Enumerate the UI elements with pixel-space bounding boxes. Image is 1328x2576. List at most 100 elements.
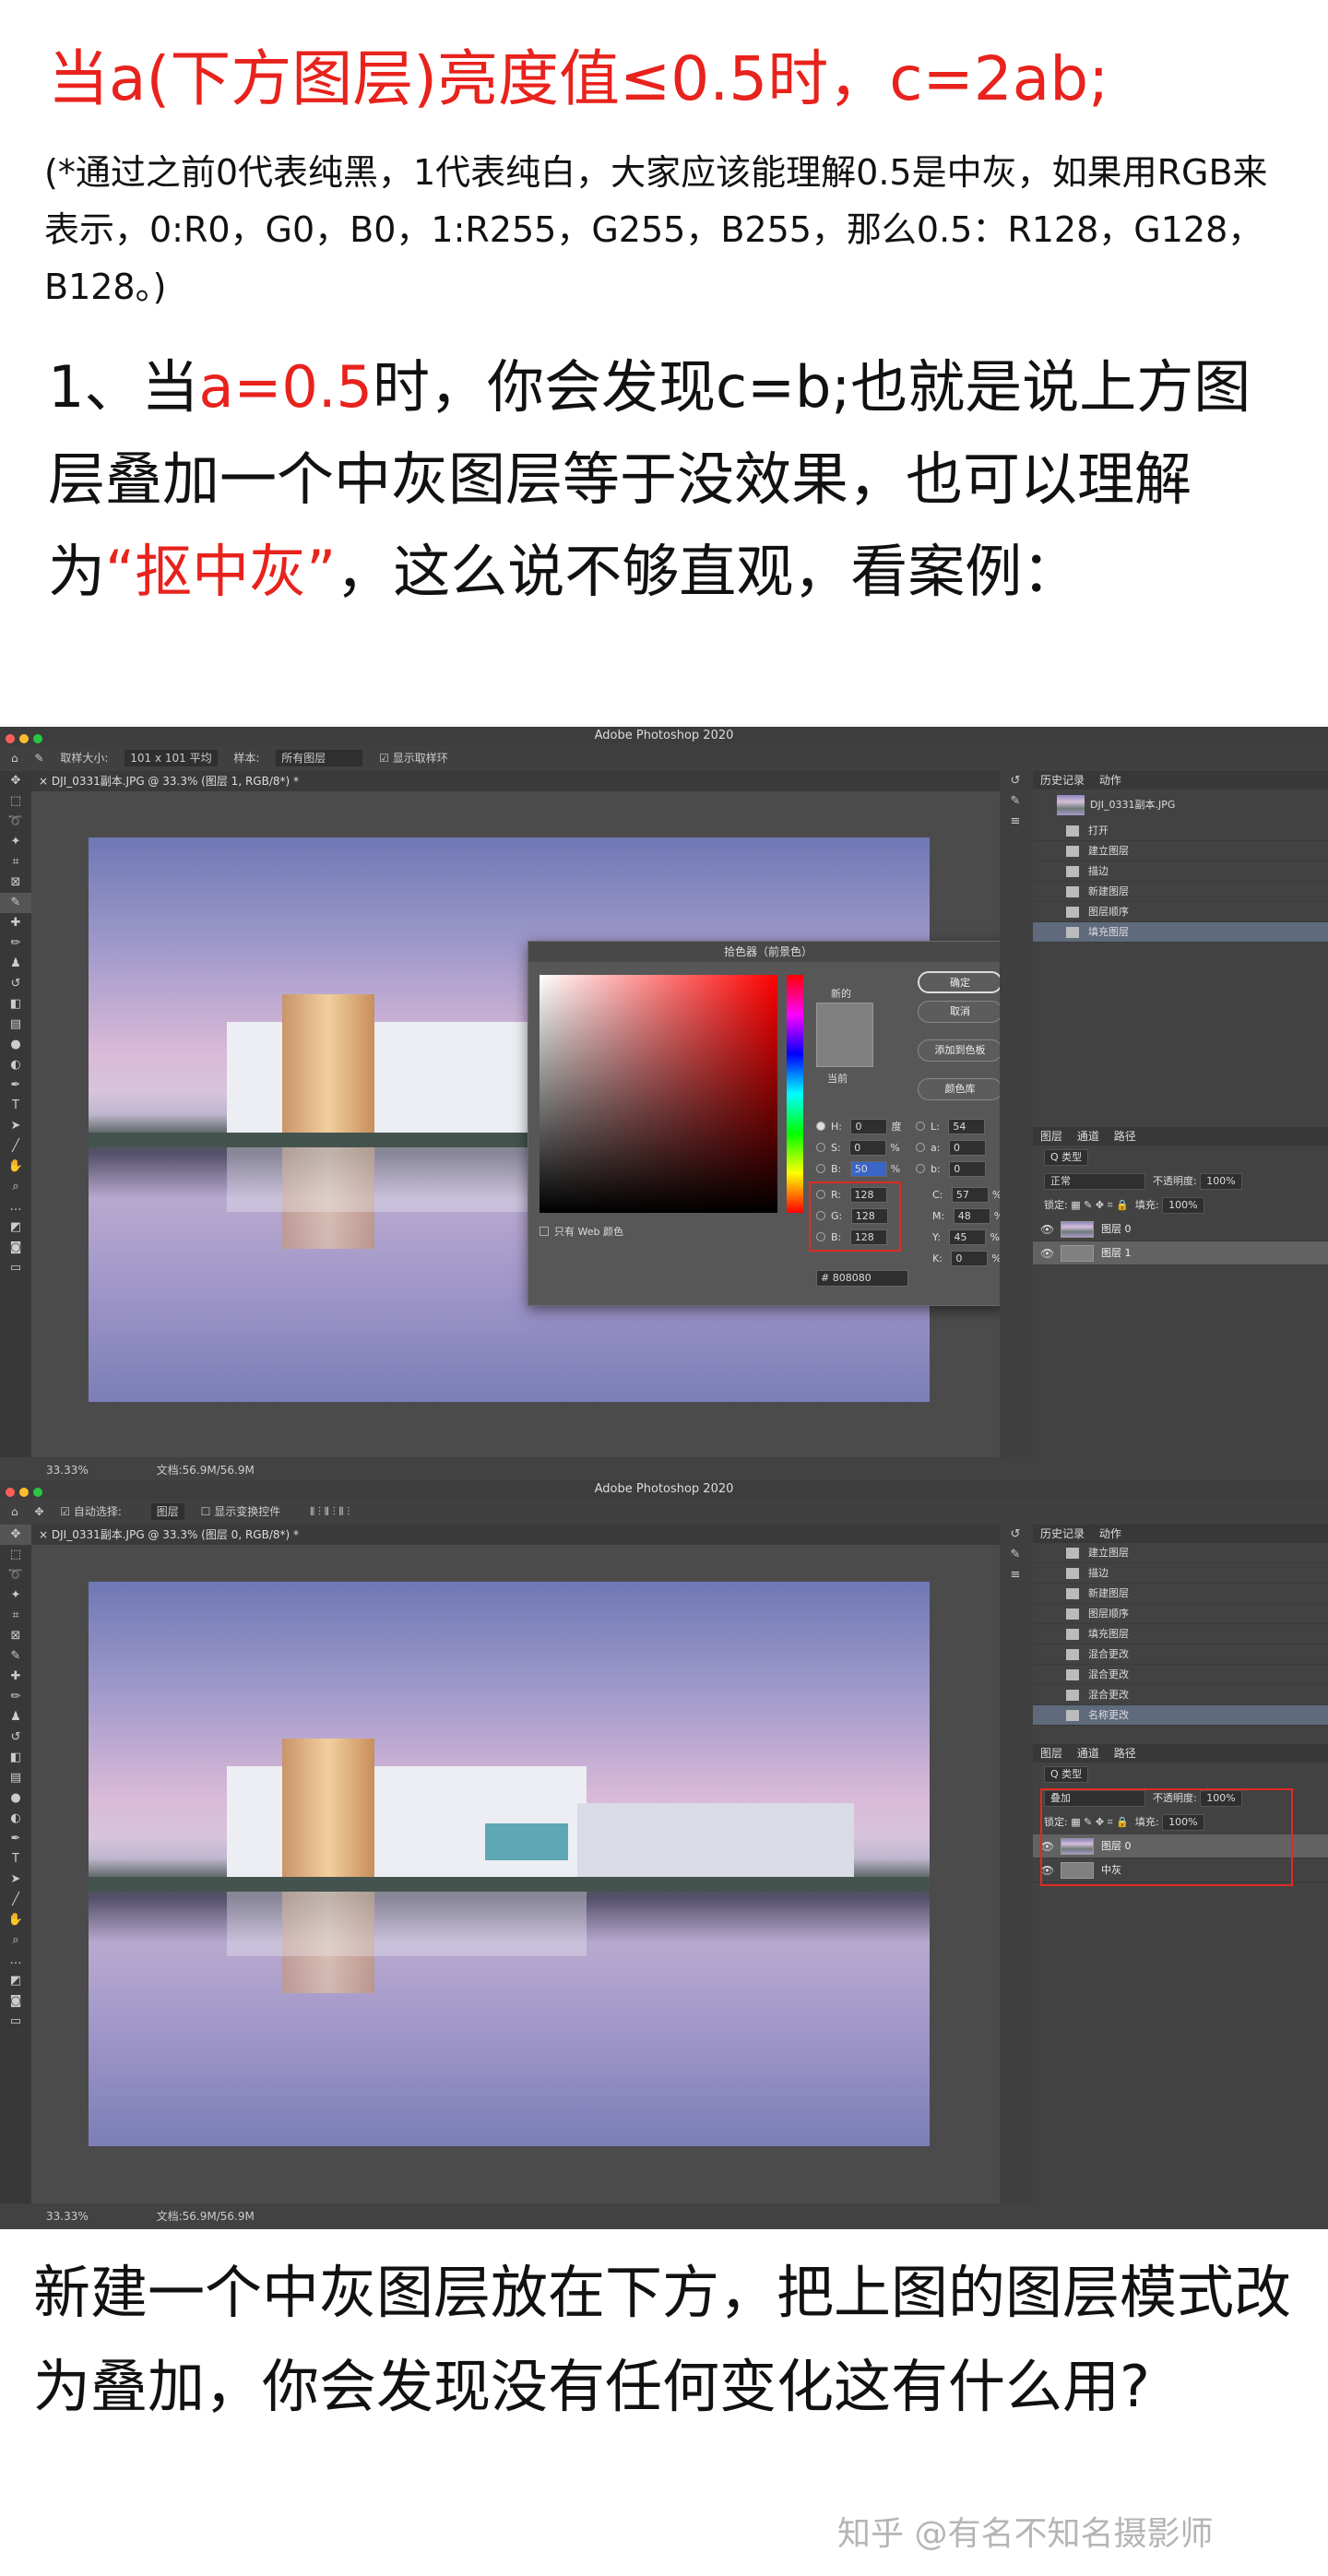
show-sampling-ring-checkbox[interactable]: ☑ 显示取样环 bbox=[379, 752, 461, 765]
gradient-tool-icon[interactable]: ▤ bbox=[0, 1768, 31, 1788]
tab-layers[interactable]: 图层 bbox=[1040, 1747, 1062, 1760]
tab-channels[interactable]: 通道 bbox=[1077, 1747, 1099, 1760]
move-tool-icon[interactable]: ✥ bbox=[0, 1525, 31, 1545]
hue-field[interactable]: H: 0度 bbox=[816, 1119, 901, 1134]
brush-tool-icon[interactable]: ✏ bbox=[0, 933, 31, 954]
eyedropper-tool-icon[interactable]: ✎ bbox=[0, 893, 31, 913]
auto-select-checkbox[interactable]: ☑ 自动选择: bbox=[60, 1505, 135, 1518]
quick-select-tool-icon[interactable]: ✦ bbox=[0, 832, 31, 852]
close-icon[interactable]: × bbox=[39, 1528, 52, 1541]
ok-button[interactable]: 确定 bbox=[918, 971, 1002, 993]
saturation-brightness-field[interactable] bbox=[540, 975, 777, 1213]
path-select-tool-icon[interactable]: ➤ bbox=[0, 1116, 31, 1136]
history-item[interactable]: 新建图层 bbox=[1033, 882, 1328, 902]
eye-icon[interactable]: 👁 bbox=[1040, 1217, 1054, 1241]
layer-kind-filter[interactable]: Q 类型 bbox=[1044, 1766, 1089, 1783]
black-field[interactable]: K: 0% bbox=[932, 1251, 1002, 1266]
adjust-dock-icon[interactable]: ≡ bbox=[1000, 812, 1031, 832]
path-select-tool-icon[interactable]: ➤ bbox=[0, 1870, 31, 1890]
history-item[interactable]: 新建图层 bbox=[1033, 1584, 1328, 1604]
eyedropper-tool-icon[interactable]: ✎ bbox=[0, 1646, 31, 1667]
history-item[interactable]: 建立图层 bbox=[1033, 1543, 1328, 1563]
hand-tool-icon[interactable]: ✋ bbox=[0, 1157, 31, 1177]
quick-select-tool-icon[interactable]: ✦ bbox=[0, 1585, 31, 1606]
align-icons[interactable]: ⫴ ⫶ ⫴ ⫶ ⫴ ⫶ bbox=[310, 1505, 350, 1518]
cyan-field[interactable]: C: 57% bbox=[932, 1187, 1002, 1203]
more-tools-icon[interactable]: … bbox=[0, 1197, 31, 1217]
line-tool-icon[interactable]: ╱ bbox=[0, 1890, 31, 1910]
brightness-field[interactable]: B: 50% bbox=[816, 1161, 900, 1177]
zoom-tool-icon[interactable]: ⌕ bbox=[0, 1930, 31, 1951]
move-tool-icon[interactable]: ✥ bbox=[0, 771, 31, 791]
tab-history[interactable]: 历史记录 bbox=[1040, 1527, 1085, 1540]
blur-tool-icon[interactable]: ● bbox=[0, 1035, 31, 1055]
marquee-tool-icon[interactable]: ⬚ bbox=[0, 791, 31, 812]
lab-b-field[interactable]: b: 0 bbox=[916, 1161, 990, 1177]
color-swatches-icon[interactable]: ◩ bbox=[0, 1217, 31, 1238]
tab-actions[interactable]: 动作 bbox=[1099, 1527, 1121, 1540]
history-item[interactable]: 混合更改 bbox=[1033, 1665, 1328, 1685]
history-item[interactable]: 建立图层 bbox=[1033, 841, 1328, 861]
cancel-button[interactable]: 取消 bbox=[918, 1001, 1002, 1023]
healing-tool-icon[interactable]: ✚ bbox=[0, 1667, 31, 1687]
fill-input[interactable]: 100% bbox=[1162, 1197, 1204, 1214]
home-icon[interactable]: ⌂ bbox=[11, 752, 18, 765]
history-brush-icon[interactable]: ↺ bbox=[0, 1727, 31, 1748]
lab-l-value[interactable]: 54 bbox=[948, 1119, 986, 1134]
tab-channels[interactable]: 通道 bbox=[1077, 1130, 1099, 1143]
history-dock-icon[interactable]: ↺ bbox=[1000, 771, 1031, 791]
eye-icon[interactable]: 👁 bbox=[1040, 1241, 1054, 1265]
lab-a-field[interactable]: a: 0 bbox=[916, 1140, 990, 1156]
eraser-tool-icon[interactable]: ◧ bbox=[0, 1748, 31, 1768]
yellow-field[interactable]: Y: 45% bbox=[932, 1229, 1000, 1245]
saturation-value[interactable]: 0 bbox=[849, 1140, 887, 1156]
history-dock-icon[interactable]: ↺ bbox=[1000, 1525, 1031, 1545]
document-tab[interactable]: × DJI_0331副本.JPG @ 33.3% (图层 0, RGB/8*) … bbox=[31, 1525, 1000, 1545]
tab-paths[interactable]: 路径 bbox=[1114, 1130, 1136, 1143]
pen-tool-icon[interactable]: ✒ bbox=[0, 1075, 31, 1096]
document-tab[interactable]: × DJI_0331副本.JPG @ 33.3% (图层 1, RGB/8*) … bbox=[31, 771, 1000, 791]
lab-b-value[interactable]: 0 bbox=[949, 1161, 987, 1177]
transform-controls-checkbox[interactable]: ☐ 显示变换控件 bbox=[201, 1505, 294, 1518]
close-icon[interactable]: × bbox=[39, 775, 52, 788]
marquee-tool-icon[interactable]: ⬚ bbox=[0, 1545, 31, 1565]
lock-icons[interactable]: ▦ ✎ ✥ ⌗ 🔒 bbox=[1071, 1199, 1129, 1211]
pen-tool-icon[interactable]: ✒ bbox=[0, 1829, 31, 1849]
quick-mask-icon[interactable]: ◙ bbox=[0, 1238, 31, 1258]
history-item[interactable]: 填充图层 bbox=[1033, 1624, 1328, 1644]
quick-mask-icon[interactable]: ◙ bbox=[0, 1991, 31, 2012]
type-tool-icon[interactable]: T bbox=[0, 1096, 31, 1116]
history-item[interactable]: 打开 bbox=[1033, 821, 1328, 841]
sample-size-select[interactable]: 101 x 101 平均 bbox=[125, 750, 218, 766]
auto-select-target[interactable]: 图层 bbox=[150, 1503, 184, 1520]
black-value[interactable]: 0 bbox=[951, 1251, 989, 1266]
magenta-field[interactable]: M: 48% bbox=[932, 1208, 1003, 1224]
hue-slider[interactable] bbox=[787, 975, 803, 1213]
add-to-swatches-button[interactable]: 添加到色板 bbox=[918, 1039, 1002, 1062]
layer-row[interactable]: 👁 图层 1 bbox=[1033, 1241, 1328, 1265]
history-snapshot[interactable]: DJI_0331副本.JPG bbox=[1033, 789, 1328, 821]
dodge-tool-icon[interactable]: ◐ bbox=[0, 1055, 31, 1075]
lab-l-field[interactable]: L: 54 bbox=[916, 1119, 989, 1134]
history-item[interactable]: 混合更改 bbox=[1033, 1644, 1328, 1665]
hex-field[interactable]: # 808080 bbox=[816, 1270, 908, 1287]
move-icon[interactable]: ✥ bbox=[34, 1505, 43, 1518]
brightness-value[interactable]: 50 bbox=[849, 1161, 887, 1177]
cyan-value[interactable]: 57 bbox=[951, 1187, 989, 1203]
magenta-value[interactable]: 48 bbox=[953, 1208, 990, 1224]
tab-paths[interactable]: 路径 bbox=[1114, 1747, 1136, 1760]
history-item[interactable]: 图层顺序 bbox=[1033, 1604, 1328, 1624]
history-item[interactable]: 描边 bbox=[1033, 861, 1328, 882]
layer-row[interactable]: 👁 图层 0 bbox=[1033, 1217, 1328, 1241]
tab-history[interactable]: 历史记录 bbox=[1040, 774, 1085, 787]
crop-tool-icon[interactable]: ⌗ bbox=[0, 852, 31, 873]
stamp-tool-icon[interactable]: ♟ bbox=[0, 954, 31, 974]
color-libraries-button[interactable]: 颜色库 bbox=[918, 1078, 1002, 1100]
adjust-dock-icon[interactable]: ≡ bbox=[1000, 1565, 1031, 1585]
web-colors-only-checkbox[interactable]: 只有 Web 颜色 bbox=[540, 1224, 623, 1239]
stamp-tool-icon[interactable]: ♟ bbox=[0, 1707, 31, 1727]
history-item[interactable]: 名称更改 bbox=[1033, 1705, 1328, 1726]
hand-tool-icon[interactable]: ✋ bbox=[0, 1910, 31, 1930]
healing-tool-icon[interactable]: ✚ bbox=[0, 913, 31, 933]
line-tool-icon[interactable]: ╱ bbox=[0, 1136, 31, 1157]
